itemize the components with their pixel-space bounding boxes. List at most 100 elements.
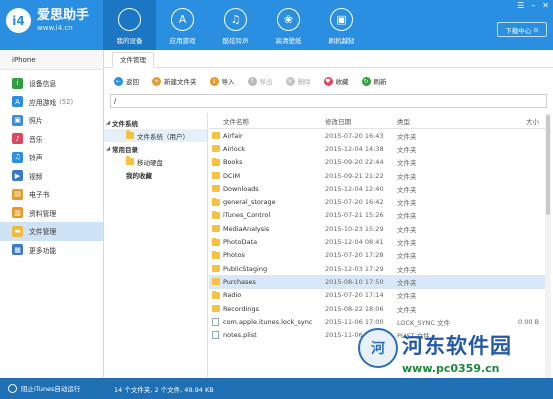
sidebar-item[interactable]: ▶ 视频: [0, 167, 103, 186]
toolbar-new-folder-button[interactable]: + 新建文件夹: [152, 76, 197, 86]
minimize-icon[interactable]: –: [531, 1, 535, 10]
table-row[interactable]: general_storage 2015-07-20 16:42 文件夹: [209, 195, 545, 208]
table-row[interactable]: Books 2015-09-20 22:44 文件夹: [209, 156, 545, 169]
column-size-header[interactable]: 大小: [509, 116, 543, 126]
file-name-cell: Books: [209, 158, 322, 166]
toolbar-export-button[interactable]: ↑ 导出: [247, 76, 273, 86]
photo-icon: ▣: [12, 114, 23, 126]
sidebar-item[interactable]: ▥ 资料管理: [0, 204, 103, 223]
table-row[interactable]: notes.plist 2015-11-06 17:00 PLIST 文件: [209, 328, 545, 341]
tree-file-system[interactable]: ◢ 文件系统: [104, 116, 207, 129]
table-row[interactable]: DCIM 2015-09-21 21:22 文件夹: [209, 169, 545, 182]
top-header: i4 爱思助手 www.i4.cn 我的设备 A 应用游戏 ♫ 酷炫铃声 ❀ 高清壁纸 ▣ 刷机…: [0, 0, 553, 50]
tree-file-system-user[interactable]: 文件系统（用户）: [104, 129, 207, 142]
file-date-cell: 2015-07-20 17:28: [325, 251, 384, 260]
file-name: com.apple.itunes.lock_sync: [223, 317, 313, 326]
nav-item[interactable]: ▣ 刷机越狱: [315, 0, 368, 50]
apple-icon: [118, 8, 141, 31]
vertical-scrollbar[interactable]: [545, 113, 551, 378]
table-row[interactable]: PhotoData 2015-12-04 08:41 文件夹: [209, 235, 545, 248]
file-name-cell: general_storage: [209, 198, 322, 206]
file-name: Recordings: [223, 304, 259, 313]
table-row[interactable]: PublicStaging 2015-12-03 17:29 文件夹: [209, 262, 545, 275]
tree-label: 文件系统（用户）: [137, 132, 189, 141]
brand-name: 爱思助手: [37, 8, 90, 23]
status-bar: 阻止iTunes自动运行 14 个文件夹, 2 个文件, 49.94 KB: [0, 378, 553, 399]
sidebar-item[interactable]: A 应用游戏 (52): [0, 93, 103, 112]
table-row[interactable]: Radio 2015-07-20 17:14 文件夹: [209, 289, 545, 302]
table-row[interactable]: iTunes_Control 2015-07-21 15:26 文件夹: [209, 209, 545, 222]
file-name-cell: Purchases: [209, 277, 322, 286]
folder-icon: [212, 277, 220, 286]
music-icon: ♪: [12, 133, 23, 145]
tree-mobile-disk[interactable]: 移动硬盘: [104, 155, 207, 168]
table-row[interactable]: com.apple.itunes.lock_sync 2015-11-06 17:…: [209, 315, 545, 328]
table-row[interactable]: Purchases 2015-08-10 17:50 文件夹: [209, 275, 545, 289]
nav-item[interactable]: ❀ 高清壁纸: [262, 0, 315, 50]
device-name[interactable]: iPhone: [0, 50, 103, 70]
file-name: PhotoData: [223, 238, 258, 247]
table-row[interactable]: Recordings 2015-08-22 18:06 文件夹: [209, 302, 545, 315]
refresh-icon: ↻: [361, 76, 371, 86]
toolbar-refresh-button[interactable]: ↻ 刷新: [361, 76, 387, 86]
sidebar-item[interactable]: ♫ 铃声: [0, 148, 103, 167]
file-name-cell: PhotoData: [209, 238, 322, 246]
collapse-caret-icon[interactable]: ◢: [104, 146, 112, 152]
brand-url: www.i4.cn: [37, 24, 73, 32]
toolbar-button-label: 导出: [259, 78, 273, 86]
sidebar-item[interactable]: ▣ 照片: [0, 111, 103, 130]
nav-item[interactable]: 我的设备: [103, 0, 156, 50]
collapse-caret-icon[interactable]: ◢: [104, 120, 112, 126]
toolbar-delete-button[interactable]: × 删除: [285, 76, 311, 86]
sidebar-item[interactable]: i 设备信息: [0, 74, 103, 93]
toolbar-button-label: 删除: [297, 78, 311, 86]
bell-icon: ♫: [12, 151, 23, 163]
nav-item[interactable]: ♫ 酷炫铃声: [209, 0, 262, 50]
sidebar-item[interactable]: ♪ 音乐: [0, 130, 103, 149]
sidebar-item-label: 电子书: [29, 191, 50, 200]
menu-icon[interactable]: ☰: [517, 1, 524, 10]
file-type-cell: 文件夹: [397, 132, 417, 141]
music-icon: ♫: [224, 8, 247, 31]
table-row[interactable]: Airfair 2015-07-20 16:43 文件夹: [209, 129, 545, 142]
tree-favorites[interactable]: 我的收藏: [104, 168, 207, 181]
scrollbar-thumb[interactable]: [546, 115, 550, 215]
sidebar-list: i 设备信息 A 应用游戏 (52) ▣ 照片 ♪ 音乐 ♫ 铃声 ▶ 视频 ▤ 电子书 ▥ 资料管理 ▬ 文件管理…: [0, 70, 103, 259]
file-name-cell: Recordings: [209, 304, 322, 313]
tab-file-management[interactable]: 文件管理: [112, 52, 154, 68]
column-type-header[interactable]: 类型: [394, 116, 509, 126]
tree-common-dirs[interactable]: ◢ 常用目录: [104, 142, 207, 155]
column-name-header[interactable]: 文件名称: [209, 116, 322, 126]
column-date-header[interactable]: 修改日期: [322, 116, 394, 126]
nav-item[interactable]: A 应用游戏: [156, 0, 209, 50]
file-date-cell: 2015-12-04 14:38: [325, 144, 384, 153]
toolbar-import-button[interactable]: ↓ 导入: [209, 76, 235, 86]
close-icon[interactable]: ✕: [542, 1, 549, 10]
file-name: PublicStaging: [223, 264, 268, 273]
block-itunes-toggle[interactable]: 阻止iTunes自动运行: [8, 383, 80, 393]
table-header: 文件名称 修改日期 类型 大小: [209, 113, 545, 129]
toolbar-heart-button[interactable]: ♥ 收藏: [323, 76, 349, 86]
sidebar-item[interactable]: ▦ 更多功能: [0, 241, 103, 260]
sidebar-item-label: 铃声: [29, 154, 43, 163]
sidebar-item[interactable]: ▤ 电子书: [0, 185, 103, 204]
sidebar-item[interactable]: ▬ 文件管理: [0, 222, 103, 241]
download-center-button[interactable]: 下载中心 ⊙: [497, 22, 547, 37]
table-row[interactable]: Airlock 2015-12-04 14:38 文件夹: [209, 142, 545, 155]
file-type-cell: 文件夹: [397, 265, 417, 274]
table-row[interactable]: Photos 2015-07-20 17:28 文件夹: [209, 249, 545, 262]
table-row[interactable]: MediaAnalysis 2015-10-23 15:29 文件夹: [209, 222, 545, 235]
toolbar-back-button[interactable]: ← 返回: [114, 76, 139, 86]
heart-icon: ♥: [323, 76, 333, 86]
data-icon: ▥: [12, 207, 23, 219]
file-name-cell: com.apple.itunes.lock_sync: [209, 317, 322, 326]
file-name: general_storage: [223, 198, 276, 207]
toolbar-button-label: 导入: [221, 78, 235, 86]
file-type-cell: 文件夹: [397, 278, 417, 287]
table-row[interactable]: Downloads 2015-12-04 12:40 文件夹: [209, 182, 545, 195]
file-type-cell: 文件夹: [397, 212, 417, 221]
nav-label: 高清壁纸: [275, 37, 302, 45]
file-name: Purchases: [223, 277, 256, 286]
path-input[interactable]: /: [110, 94, 547, 108]
sidebar-item-label: 视频: [29, 172, 43, 181]
